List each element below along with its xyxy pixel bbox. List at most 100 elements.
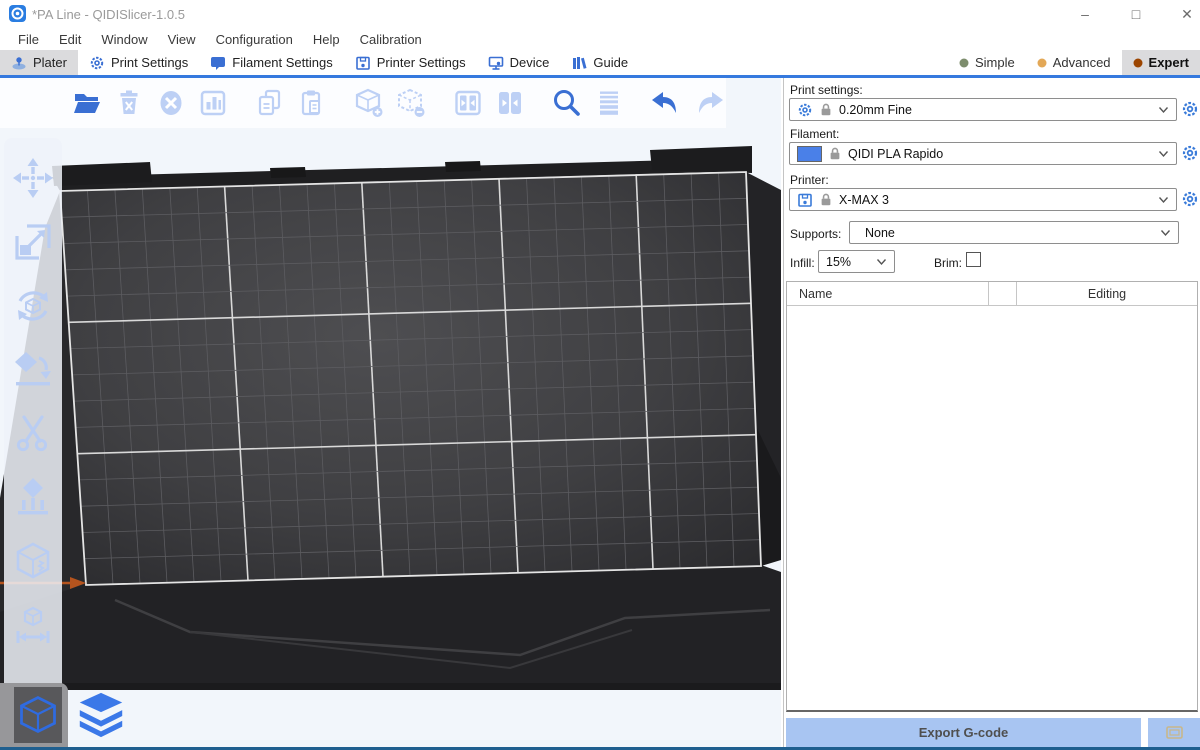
place-on-face-tool-button[interactable] [9, 346, 57, 394]
move-tool-button[interactable] [9, 154, 57, 202]
column-header-editing[interactable]: Editing [1017, 282, 1197, 305]
bed-clip-mid1 [270, 167, 306, 178]
paint-supports-tool-button[interactable] [9, 474, 57, 522]
supports-value: None [857, 226, 1154, 240]
gear-icon [89, 55, 105, 71]
search-icon [550, 87, 582, 119]
seam-tool-button[interactable] [9, 538, 57, 586]
export-gcode-button[interactable]: Export G-code [786, 718, 1141, 747]
object-list-table[interactable]: Name Editing [786, 281, 1198, 712]
filament-label: Filament: [790, 127, 839, 141]
column-header-name[interactable]: Name [787, 282, 989, 305]
build-plate-scene [0, 78, 781, 747]
seam-icon [11, 540, 55, 584]
mode-advanced[interactable]: Advanced [1026, 50, 1122, 75]
paste-icon [296, 87, 328, 119]
simple-mode-dot-icon [959, 58, 969, 68]
3d-viewport[interactable] [0, 78, 781, 747]
split-to-parts-button[interactable] [493, 86, 526, 120]
paint-supports-icon [11, 476, 55, 520]
menu-configuration[interactable]: Configuration [206, 32, 303, 47]
lock-icon [828, 146, 842, 161]
printer-value: X-MAX 3 [839, 193, 1152, 207]
tab-device[interactable]: Device [477, 50, 561, 75]
infill-select[interactable]: 15% [818, 250, 895, 273]
brim-label: Brim: [934, 256, 962, 270]
tab-label: Plater [33, 55, 67, 70]
split-parts-icon [494, 87, 526, 119]
mode-expert[interactable]: Expert [1122, 50, 1200, 75]
tab-label: Device [510, 55, 550, 70]
chevron-down-icon [1158, 106, 1169, 114]
menu-help[interactable]: Help [303, 32, 350, 47]
lock-icon [819, 102, 833, 117]
cut-tool-button[interactable] [9, 410, 57, 458]
column-header-extruder[interactable] [989, 282, 1017, 305]
close-button[interactable]: ✕ [1172, 4, 1200, 24]
menu-view[interactable]: View [158, 32, 206, 47]
expert-mode-dot-icon [1133, 58, 1143, 68]
print-settings-select[interactable]: 0.20mm Fine [789, 98, 1177, 121]
gizmo-toolbar [4, 138, 62, 694]
gear-icon [797, 102, 813, 118]
minimize-button[interactable]: – [1070, 4, 1100, 24]
rotate-icon [11, 284, 55, 328]
tab-filament-settings[interactable]: Filament Settings [199, 50, 343, 75]
maximize-button[interactable]: □ [1121, 4, 1151, 24]
settings-sidebar: Print settings: 0.20mm Fine Filament: QI… [783, 78, 1200, 747]
print-settings-gear-button[interactable] [1180, 99, 1200, 119]
print-settings-label: Print settings: [790, 83, 863, 97]
3d-editor-view-button[interactable] [14, 687, 62, 743]
paste-button[interactable] [295, 86, 328, 120]
printer-select[interactable]: X-MAX 3 [789, 188, 1177, 211]
measure-icon [11, 604, 55, 648]
printer-icon [797, 192, 813, 208]
layers-icon [74, 688, 128, 742]
undo-icon [649, 87, 683, 119]
copy-button[interactable] [253, 86, 286, 120]
tab-guide[interactable]: Guide [560, 50, 639, 75]
search-button[interactable] [550, 86, 583, 120]
advanced-mode-dot-icon [1037, 58, 1047, 68]
redo-button[interactable] [692, 86, 726, 120]
filament-select[interactable]: QIDI PLA Rapido [789, 142, 1177, 165]
tab-plater[interactable]: Plater [0, 50, 78, 75]
delete-button[interactable] [112, 86, 145, 120]
remove-instance-button[interactable] [394, 86, 427, 120]
variable-layer-height-button[interactable] [592, 86, 625, 120]
tab-label: Guide [593, 55, 628, 70]
title-bar: *PA Line - QIDISlicer-1.0.5 – □ ✕ [0, 0, 1200, 28]
menu-file[interactable]: File [8, 32, 49, 47]
export-to-sd-button[interactable] [1148, 718, 1200, 747]
menu-window[interactable]: Window [91, 32, 157, 47]
supports-select[interactable]: None [849, 221, 1179, 244]
chevron-down-icon [876, 258, 887, 266]
split-to-objects-button[interactable] [451, 86, 484, 120]
menu-bar: File Edit Window View Configuration Help… [0, 28, 1200, 50]
mode-label: Expert [1149, 55, 1189, 70]
chevron-down-icon [1158, 196, 1169, 204]
move-icon [11, 156, 55, 200]
tab-print-settings[interactable]: Print Settings [78, 50, 199, 75]
measure-tool-button[interactable] [9, 602, 57, 650]
filament-gear-button[interactable] [1180, 143, 1200, 163]
mode-simple[interactable]: Simple [948, 50, 1026, 75]
add-instance-button[interactable] [352, 86, 385, 120]
printer-gear-button[interactable] [1180, 189, 1200, 209]
undo-button[interactable] [649, 86, 683, 120]
trash-icon [113, 87, 145, 119]
arrange-button[interactable] [196, 86, 229, 120]
mode-label: Simple [975, 55, 1015, 70]
open-project-button[interactable] [70, 86, 103, 120]
delete-all-button[interactable] [154, 86, 187, 120]
preview-layers-button[interactable] [72, 685, 130, 745]
menu-edit[interactable]: Edit [49, 32, 91, 47]
supports-label: Supports: [790, 227, 841, 241]
tab-label: Printer Settings [377, 55, 466, 70]
tab-printer-settings[interactable]: Printer Settings [344, 50, 477, 75]
scale-tool-button[interactable] [9, 218, 57, 266]
brim-checkbox[interactable] [966, 252, 981, 267]
menu-calibration[interactable]: Calibration [350, 32, 432, 47]
bed-clip-mid2 [445, 161, 481, 172]
rotate-tool-button[interactable] [9, 282, 57, 330]
